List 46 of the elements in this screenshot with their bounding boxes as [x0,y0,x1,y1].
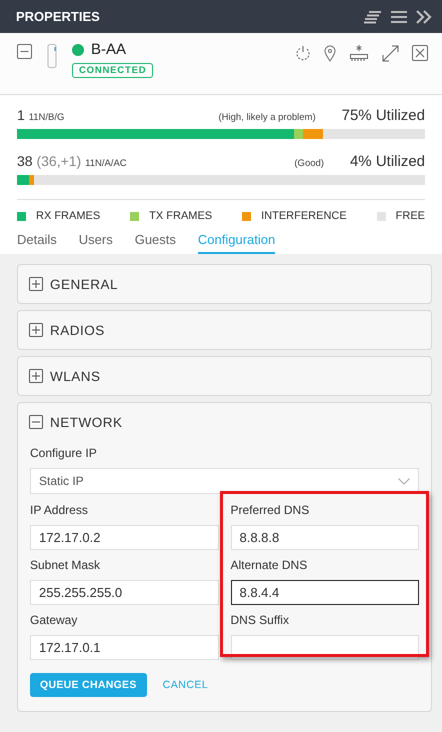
panel-title: PROPERTIES [16,9,100,24]
device-icon [47,44,57,68]
location-pin-icon[interactable] [324,44,336,62]
field-label: Subnet Mask [30,558,102,572]
section-header[interactable]: GENERAL [18,265,431,303]
field-label: IP Address [30,503,89,517]
legend-label: RX FRAMES [36,210,100,222]
input-field[interactable]: 8.8.8.8 [230,525,419,550]
sort-icon[interactable] [364,10,382,24]
menu-icon[interactable] [390,10,408,24]
tab[interactable]: Users [78,232,113,254]
field-label: Gateway [30,613,78,627]
dropdown[interactable]: Static IP [30,468,419,494]
chevron-down-icon [398,478,410,484]
utilization-text: 4% Utilized [350,153,425,170]
channel-label: 1 11N/B/G [17,107,64,123]
device-name: B-AA [91,41,126,58]
section-header[interactable]: WLANS [18,357,431,395]
legend-label: FREE [396,210,425,222]
input-field[interactable]: 172.17.0.2 [30,525,218,550]
field-label: Preferred DNS [230,503,310,517]
legend-label: TX FRAMES [149,210,212,222]
assessment-text: (High, likely a problem) [218,112,316,123]
input-field[interactable]: 8.8.4.4 [230,580,419,605]
tab[interactable]: Guests [134,232,176,254]
assessment-text: (Good) [294,158,324,169]
section-header[interactable]: RADIOS [18,311,431,349]
input-field[interactable] [230,635,419,660]
input-field[interactable]: 255.255.255.0 [30,580,218,605]
utilization-text: 75% Utilized [342,107,425,124]
field-label: Configure IP [30,446,98,460]
status-dot [72,44,84,56]
locate-device-icon[interactable] [349,44,369,62]
tab[interactable]: Details [17,232,57,254]
collapse-icon[interactable] [416,10,432,24]
legend-label: INTERFERENCE [261,210,347,222]
section-header[interactable]: NETWORK [18,403,431,441]
close-icon[interactable] [412,45,428,61]
power-icon[interactable] [295,45,311,61]
collapse-square-icon[interactable] [17,44,32,59]
status-badge: CONNECTED [72,63,154,78]
expand-icon[interactable] [382,44,399,62]
input-field[interactable]: 172.17.0.1 [30,635,218,660]
channel-label: 38 (36,+1) 11N/A/AC [17,153,127,169]
field-label: Alternate DNS [230,558,308,572]
field-label: DNS Suffix [230,613,290,627]
